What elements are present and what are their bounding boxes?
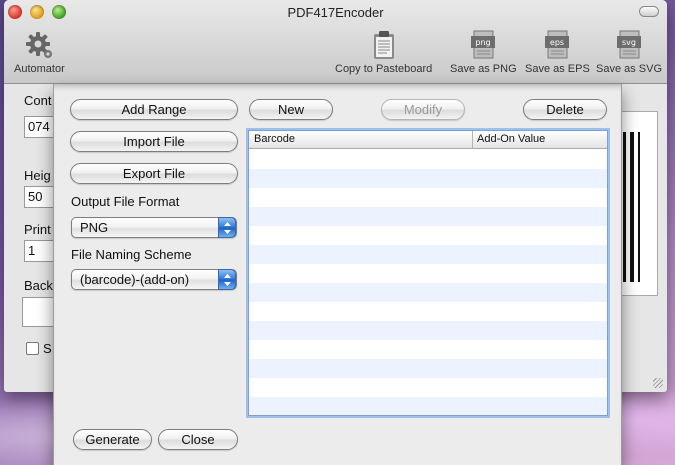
human-readable-checkbox[interactable] (26, 342, 39, 355)
preview-bar (638, 132, 640, 282)
resize-grip[interactable] (653, 378, 663, 388)
automator-label: Automator (14, 63, 65, 75)
close-button[interactable]: Close (158, 429, 238, 450)
table-header: Barcode Add-On Value (249, 131, 607, 149)
background-color-label: Back (24, 278, 53, 293)
save-as-svg-tool[interactable]: svg Save as SVG (596, 30, 662, 75)
svg-icon-text: svg (622, 38, 636, 47)
barcode-table[interactable]: Barcode Add-On Value (248, 130, 608, 416)
table-row[interactable] (249, 169, 607, 188)
output-format-select[interactable]: PNG (71, 217, 237, 238)
table-row[interactable] (249, 150, 607, 169)
svg-file-icon: svg (617, 30, 642, 59)
save-as-eps-tool[interactable]: eps Save as EPS (525, 30, 590, 75)
clipboard-icon (373, 31, 394, 59)
popup-arrows-icon (218, 217, 236, 238)
table-row[interactable] (249, 340, 607, 359)
add-range-button[interactable]: Add Range (70, 99, 238, 120)
height-label: Heig (24, 168, 51, 183)
naming-scheme-label: File Naming Scheme (71, 247, 192, 262)
content-label: Cont (24, 93, 52, 108)
table-row[interactable] (249, 226, 607, 245)
png-label: Save as PNG (450, 63, 517, 75)
svg-label: Save as SVG (596, 63, 663, 75)
table-row[interactable] (249, 321, 607, 340)
generate-button[interactable]: Generate (73, 429, 152, 450)
output-format-label: Output File Format (71, 194, 180, 209)
naming-scheme-value: (barcode)-(add-on) (80, 272, 190, 287)
new-button[interactable]: New (249, 99, 333, 120)
table-row[interactable] (249, 207, 607, 226)
copy-to-pasteboard-tool[interactable]: Copy to Pasteboard (335, 30, 432, 75)
table-row[interactable] (249, 359, 607, 378)
barcode-preview (616, 111, 658, 296)
save-as-png-tool[interactable]: png Save as PNG (450, 30, 517, 75)
print-label: Print (24, 222, 51, 237)
column-header-barcode[interactable]: Barcode (254, 133, 295, 145)
window-title: PDF417Encoder (287, 5, 384, 20)
column-header-add-on-value[interactable]: Add-On Value (477, 133, 545, 145)
export-file-button[interactable]: Export File (70, 163, 238, 184)
table-row[interactable] (249, 302, 607, 321)
eps-icon-text: eps (550, 38, 564, 47)
table-row[interactable] (249, 264, 607, 283)
table-row[interactable] (249, 283, 607, 302)
modify-button[interactable]: Modify (381, 99, 465, 120)
preview-bar (623, 132, 626, 282)
output-format-value: PNG (80, 220, 109, 235)
window-titlebar: PDF417Encoder Automator Copy to Pasteboa… (4, 0, 667, 84)
automator-tool[interactable]: Automator (14, 30, 65, 75)
table-row[interactable] (249, 245, 607, 264)
table-row[interactable] (249, 378, 607, 397)
toolbar-toggle-button[interactable] (639, 6, 659, 17)
gear-icon (26, 32, 53, 58)
png-icon-text: png (476, 38, 491, 47)
png-file-icon: png (471, 30, 496, 59)
naming-scheme-select[interactable]: (barcode)-(add-on) (71, 269, 237, 290)
human-readable-label: S (43, 341, 52, 356)
table-row[interactable] (249, 397, 607, 415)
copy-label: Copy to Pasteboard (335, 63, 433, 75)
popup-arrows-icon (218, 269, 236, 290)
table-row[interactable] (249, 188, 607, 207)
import-file-button[interactable]: Import File (70, 131, 238, 152)
eps-label: Save as EPS (525, 63, 590, 75)
range-sheet: Add Range New Modify Delete Import File … (53, 84, 622, 465)
eps-file-icon: eps (545, 30, 570, 59)
preview-bar (630, 132, 634, 282)
column-separator (472, 131, 473, 149)
delete-button[interactable]: Delete (523, 99, 607, 120)
